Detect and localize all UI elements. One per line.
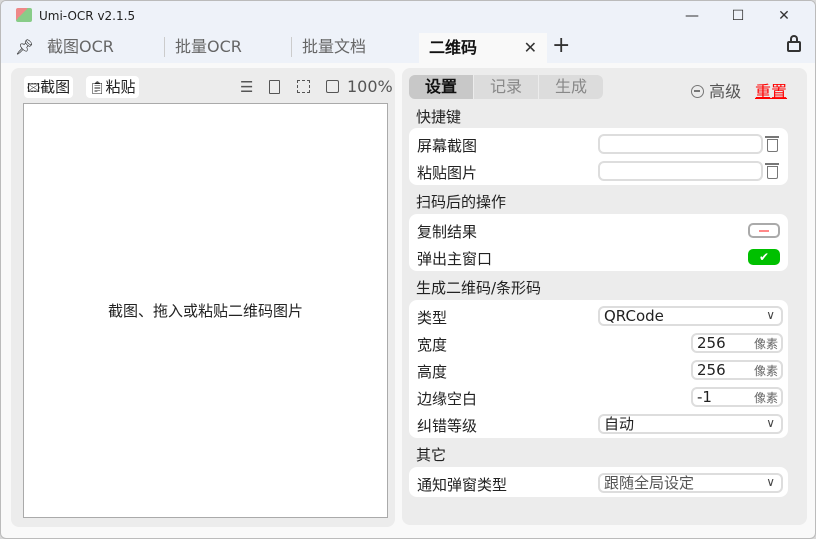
height-value: 256	[697, 361, 726, 379]
chevron-down-icon: ∨	[766, 416, 775, 430]
type-select[interactable]: QRCode ∨	[598, 306, 783, 326]
notify-type-label: 通知弹窗类型	[417, 476, 508, 494]
window-title: Umi-OCR v2.1.5	[39, 9, 136, 23]
tab-qrcode[interactable]: 二维码 ✕	[419, 33, 547, 63]
trash-icon[interactable]	[765, 163, 779, 179]
hotkey-paste-label: 粘贴图片	[417, 164, 478, 182]
margin-value: -1	[697, 388, 712, 406]
unit-label: 像素	[753, 337, 778, 351]
app-window: Umi-OCR v2.1.5 — ☐ ✕ 📌︎ 截图OCR 批量OCR 批量文档…	[0, 0, 816, 539]
error-correction-label: 纠错等级	[417, 417, 478, 435]
advanced-toggle[interactable]: 高级	[691, 78, 741, 102]
error-correction-value: 自动	[604, 415, 635, 433]
height-label: 高度	[417, 363, 448, 381]
image-icon: 🖾	[27, 81, 41, 95]
list-icon[interactable]: ☰	[240, 78, 253, 96]
tab-batch-doc[interactable]: 批量文档	[291, 37, 366, 57]
group-title-hotkeys: 快捷键	[416, 108, 462, 126]
tab-settings[interactable]: 设置	[409, 75, 473, 99]
reset-button[interactable]: 重置	[755, 78, 787, 102]
error-correction-select[interactable]: 自动 ∨	[598, 414, 783, 434]
width-input[interactable]: 256 像素	[691, 333, 783, 353]
pin-icon[interactable]: 📌︎	[15, 38, 34, 56]
width-label: 宽度	[417, 336, 448, 354]
screenshot-label: 截图	[40, 78, 71, 96]
unit-label: 像素	[753, 364, 778, 378]
tab-qrcode-label: 二维码	[429, 38, 478, 57]
group-title-other: 其它	[416, 446, 447, 464]
tab-batch-ocr[interactable]: 批量OCR	[164, 37, 242, 57]
tab-bar	[1, 31, 815, 63]
hotkey-screenshot-input[interactable]	[598, 134, 763, 154]
zoom-level: 100%	[347, 77, 393, 96]
margin-label: 边缘空白	[417, 390, 478, 408]
advanced-label: 高级	[709, 82, 742, 101]
group-title-generate: 生成二维码/条形码	[416, 279, 542, 297]
copy-result-label: 复制结果	[417, 223, 478, 241]
close-tab-icon[interactable]: ✕	[524, 33, 537, 63]
type-value: QRCode	[604, 307, 664, 325]
copy-result-toggle[interactable]	[748, 223, 780, 238]
image-drop-area[interactable]: 截图、拖入或粘贴二维码图片	[23, 103, 388, 518]
show-main-window-label: 弹出主窗口	[417, 250, 493, 268]
maximize-button[interactable]: ☐	[715, 1, 761, 31]
collapse-icon	[691, 85, 704, 98]
trash-icon[interactable]	[765, 136, 779, 152]
group-title-after-scan: 扫码后的操作	[416, 193, 507, 211]
height-input[interactable]: 256 像素	[691, 360, 783, 380]
hotkey-screenshot-label: 屏幕截图	[417, 137, 478, 155]
notify-type-select[interactable]: 跟随全局设定 ∨	[598, 473, 783, 493]
type-label: 类型	[417, 309, 448, 327]
margin-input[interactable]: -1 像素	[691, 387, 783, 407]
add-tab-button[interactable]: +	[552, 33, 570, 58]
chevron-down-icon: ∨	[766, 308, 775, 322]
save-icon[interactable]	[269, 80, 280, 94]
screenshot-button[interactable]: 🖾截图	[24, 76, 74, 98]
fit-screen-icon[interactable]	[297, 80, 310, 93]
tab-generate[interactable]: 生成	[539, 75, 603, 99]
width-value: 256	[697, 334, 726, 352]
app-logo-icon	[16, 8, 32, 22]
tab-records[interactable]: 记录	[474, 75, 538, 99]
show-main-window-toggle[interactable]: ✔	[748, 249, 780, 265]
hotkey-paste-input[interactable]	[598, 161, 763, 181]
lock-icon[interactable]	[787, 35, 801, 52]
paste-button[interactable]: 📋︎粘贴	[86, 76, 139, 98]
drop-placeholder: 截图、拖入或粘贴二维码图片	[107, 302, 303, 320]
paste-label: 粘贴	[105, 78, 136, 96]
clipboard-icon: 📋︎	[89, 81, 106, 96]
chevron-down-icon: ∨	[766, 475, 775, 489]
minimize-button[interactable]: —	[669, 1, 715, 31]
actual-size-icon[interactable]	[326, 80, 339, 93]
close-window-button[interactable]: ✕	[761, 1, 807, 31]
notify-type-value: 跟随全局设定	[604, 474, 695, 492]
tab-screenshot-ocr[interactable]: 截图OCR	[37, 31, 114, 63]
unit-label: 像素	[753, 391, 778, 405]
